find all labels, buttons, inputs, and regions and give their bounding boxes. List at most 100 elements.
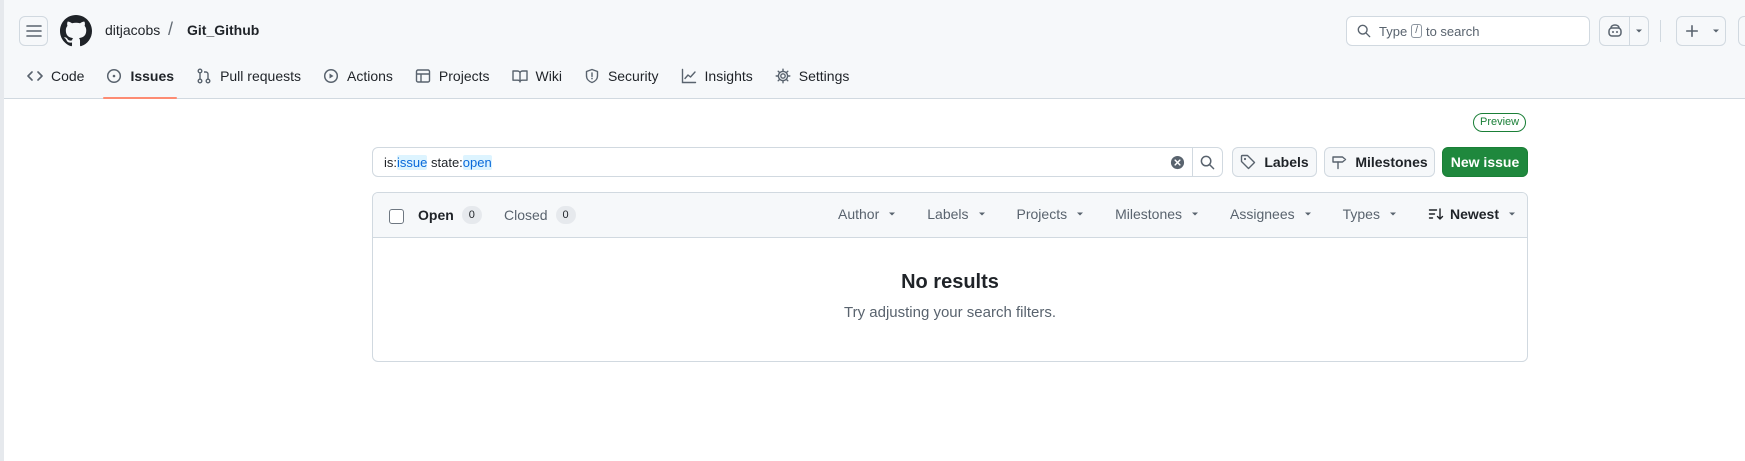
chevron-down-icon bbox=[1077, 212, 1084, 216]
tab-projects[interactable]: Projects bbox=[404, 60, 501, 92]
milestone-icon bbox=[1332, 156, 1347, 170]
filter-label: Milestones bbox=[1115, 206, 1183, 222]
breadcrumb-separator: / bbox=[168, 19, 174, 39]
tab-label: Insights bbox=[704, 68, 753, 84]
filter-label: Author bbox=[838, 206, 880, 222]
chevron-down-icon bbox=[1509, 212, 1515, 216]
clear-search-button[interactable] bbox=[1162, 155, 1192, 170]
empty-state-subtitle: Try adjusting your search filters. bbox=[843, 304, 1057, 321]
chevron-down-icon bbox=[1713, 29, 1719, 33]
chevron-down-icon bbox=[978, 212, 985, 216]
open-count-badge: 0 bbox=[461, 206, 482, 224]
filter-assignees[interactable]: Assignees bbox=[1230, 206, 1313, 222]
copilot-button[interactable] bbox=[1599, 16, 1649, 46]
issues-inbox-button[interactable] bbox=[1738, 16, 1745, 46]
tab-label: Issues bbox=[130, 68, 175, 84]
closed-label: Closed bbox=[504, 207, 548, 223]
shield-icon bbox=[585, 68, 599, 84]
search-placeholder-suffix: to search bbox=[1425, 23, 1480, 39]
labels-button-label: Labels bbox=[1264, 154, 1309, 170]
select-all-checkbox[interactable] bbox=[389, 209, 404, 224]
repo-owner-link[interactable]: ditjacobs bbox=[105, 22, 160, 38]
sort-desc-icon bbox=[1428, 208, 1444, 220]
create-new-dropdown[interactable] bbox=[1707, 26, 1725, 36]
copilot-dropdown[interactable] bbox=[1630, 26, 1648, 36]
tab-issues[interactable]: Issues bbox=[95, 60, 185, 99]
table-icon bbox=[415, 69, 431, 83]
empty-state: No results Try adjusting your search fil… bbox=[373, 271, 1527, 321]
search-submit-button[interactable] bbox=[1192, 148, 1222, 176]
search-shortcut-key: / bbox=[1411, 24, 1422, 38]
filter-projects[interactable]: Projects bbox=[1017, 206, 1086, 222]
qualifier-value: issue bbox=[397, 154, 428, 170]
header-divider bbox=[1660, 20, 1661, 42]
tab-label: Projects bbox=[438, 68, 490, 84]
create-new-button[interactable] bbox=[1676, 16, 1726, 46]
filter-label: Projects bbox=[1016, 206, 1068, 222]
copilot-main[interactable] bbox=[1600, 17, 1630, 45]
sort-label: Newest bbox=[1449, 206, 1499, 222]
issue-opened-icon bbox=[107, 68, 122, 84]
tab-insights[interactable]: Insights bbox=[670, 60, 764, 92]
closed-count-badge: 0 bbox=[555, 206, 576, 224]
book-icon bbox=[511, 70, 528, 83]
chevron-down-icon bbox=[1636, 29, 1642, 33]
tab-settings[interactable]: Settings bbox=[764, 60, 861, 92]
copilot-icon bbox=[1607, 24, 1622, 37]
sort-dropdown[interactable]: Newest bbox=[1428, 206, 1517, 222]
chevron-down-icon bbox=[1304, 212, 1311, 216]
open-label: Open bbox=[418, 207, 454, 223]
filter-milestones[interactable]: Milestones bbox=[1115, 206, 1200, 222]
labels-button[interactable]: Labels bbox=[1232, 147, 1317, 177]
git-pull-request-icon bbox=[197, 68, 211, 84]
tab-pull-requests[interactable]: Pull requests bbox=[185, 60, 312, 92]
chevron-down-icon bbox=[889, 212, 896, 216]
filter-bar: Author Labels Projects Milestones Assign… bbox=[808, 206, 1517, 222]
closed-issues-tab[interactable]: Closed 0 bbox=[504, 206, 576, 224]
filter-label: Types bbox=[1342, 206, 1380, 222]
tab-code[interactable]: Code bbox=[16, 60, 95, 92]
issues-search-input[interactable]: is:issue state:open bbox=[372, 147, 1223, 177]
tag-icon bbox=[1241, 154, 1256, 170]
filter-labels[interactable]: Labels bbox=[927, 206, 986, 222]
filter-label: Assignees bbox=[1230, 206, 1295, 222]
menu-button[interactable] bbox=[19, 16, 48, 46]
github-logo-icon[interactable] bbox=[60, 15, 92, 47]
code-icon bbox=[27, 71, 43, 81]
open-issues-tab[interactable]: Open 0 bbox=[418, 206, 482, 224]
tab-label: Security bbox=[607, 68, 659, 84]
search-placeholder-prefix: Type bbox=[1379, 23, 1408, 39]
tab-security[interactable]: Security bbox=[573, 60, 670, 92]
tab-actions[interactable]: Actions bbox=[312, 60, 404, 92]
tab-label: Pull requests bbox=[220, 68, 301, 84]
tab-label: Wiki bbox=[535, 68, 562, 84]
qualifier-value: open bbox=[462, 154, 492, 170]
plus-icon bbox=[1685, 24, 1699, 38]
play-icon bbox=[323, 68, 339, 84]
milestones-button[interactable]: Milestones bbox=[1324, 147, 1435, 177]
repo-nav-tabs: Code Issues Pull requests Actions Projec… bbox=[16, 60, 860, 99]
new-issue-button[interactable]: New issue bbox=[1442, 147, 1528, 177]
global-search-input[interactable]: Type / to search bbox=[1346, 16, 1590, 46]
hamburger-icon bbox=[25, 25, 42, 37]
tab-label: Actions bbox=[347, 68, 393, 84]
issues-list: Open 0 Closed 0 Author Labels Projects M… bbox=[372, 192, 1528, 362]
filter-types[interactable]: Types bbox=[1343, 206, 1398, 222]
graph-icon bbox=[681, 68, 696, 84]
tab-label: Code bbox=[51, 68, 85, 84]
left-edge bbox=[0, 0, 4, 461]
issues-list-header: Open 0 Closed 0 Author Labels Projects M… bbox=[373, 193, 1527, 238]
x-circle-fill-icon bbox=[1170, 155, 1184, 169]
empty-state-title: No results bbox=[901, 271, 999, 293]
filter-author[interactable]: Author bbox=[838, 206, 897, 222]
repo-name-link[interactable]: Git_Github bbox=[187, 22, 259, 38]
preview-badge[interactable]: Preview bbox=[1473, 113, 1527, 132]
create-new-main[interactable] bbox=[1677, 17, 1707, 45]
gear-icon bbox=[775, 68, 791, 84]
filter-label: Labels bbox=[927, 206, 969, 222]
qualifier-key: state: bbox=[430, 154, 463, 170]
qualifier-key: is: bbox=[384, 154, 397, 170]
tab-wiki[interactable]: Wiki bbox=[501, 60, 573, 92]
chevron-down-icon bbox=[1192, 212, 1199, 216]
search-query[interactable]: is:issue state:open bbox=[373, 154, 1162, 170]
